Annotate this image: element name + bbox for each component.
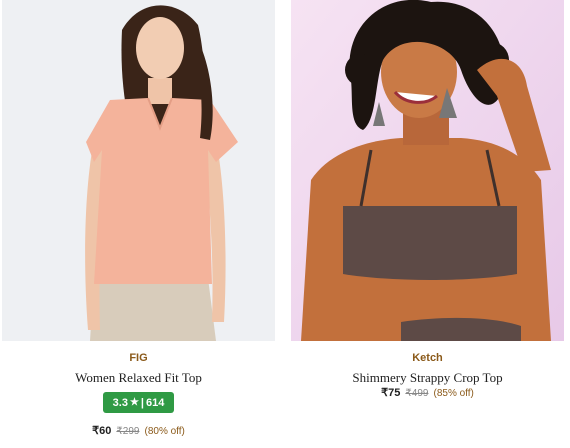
original-price: ₹499 xyxy=(405,388,429,399)
product-image[interactable] xyxy=(2,0,275,341)
product-card[interactable]: FIG Women Relaxed Fit Top 3.3 ★ | 614 ₹6… xyxy=(2,0,277,448)
product-title[interactable]: Women Relaxed Fit Top xyxy=(2,370,275,386)
product-brand[interactable]: Ketch xyxy=(291,352,564,364)
product-title[interactable]: Shimmery Strappy Crop Top xyxy=(291,370,564,386)
selling-price: ₹75 xyxy=(381,387,401,399)
product-grid: FIG Women Relaxed Fit Top 3.3 ★ | 614 ₹6… xyxy=(0,0,570,448)
rating-count: 614 xyxy=(145,396,165,409)
star-icon: ★ xyxy=(129,397,139,408)
rating-badge: 3.3 ★ | 614 xyxy=(103,392,174,413)
original-price: ₹299 xyxy=(116,426,140,437)
discount-label: (80% off) xyxy=(144,426,185,437)
rating-value: 3.3 xyxy=(112,396,128,409)
product-image[interactable] xyxy=(291,0,564,341)
selling-price: ₹60 xyxy=(92,425,112,437)
rating-separator: | xyxy=(140,396,144,409)
price-row: ₹60 ₹299 (80% off) xyxy=(2,424,275,437)
discount-label: (85% off) xyxy=(433,388,474,399)
price-row: ₹75 ₹499 (85% off) xyxy=(291,386,564,399)
product-brand[interactable]: FIG xyxy=(2,352,275,364)
product-card[interactable]: Ketch Shimmery Strappy Crop Top ₹75 ₹499… xyxy=(291,0,566,448)
